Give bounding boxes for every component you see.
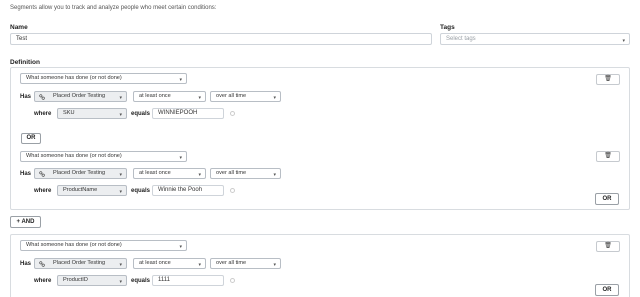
info-icon	[230, 278, 235, 283]
period-value: over all time	[216, 170, 247, 176]
where-label: where	[34, 278, 52, 284]
chevron-down-icon: ▾	[179, 244, 182, 250]
delete-condition-button[interactable]: 🗑	[596, 241, 620, 252]
condition-value-input[interactable]: 1111	[152, 275, 224, 286]
info-icon	[230, 188, 235, 193]
chevron-down-icon: ▾	[273, 172, 276, 178]
chevron-down-icon: ▾	[119, 189, 122, 195]
condition-type-select[interactable]: What someone has done (or not done) ▾	[20, 240, 187, 251]
where-label: where	[34, 111, 52, 117]
chevron-down-icon: ▾	[273, 262, 276, 268]
has-label: Has	[20, 94, 32, 100]
delete-condition-button[interactable]: 🗑	[596, 74, 620, 85]
period-select[interactable]: over all time ▾	[210, 91, 281, 102]
equals-label: equals	[131, 111, 151, 117]
event-select[interactable]: Placed Order Testing ▾	[34, 168, 127, 179]
info-icon	[230, 111, 235, 116]
property-select[interactable]: SKU ▾	[57, 108, 127, 119]
condition-value-input[interactable]: Winnie the Pooh	[152, 185, 224, 196]
period-select[interactable]: over all time ▾	[210, 258, 281, 269]
chevron-down-icon: ▾	[273, 95, 276, 101]
chevron-down-icon: ▾	[119, 112, 122, 118]
frequency-value: at least once	[139, 93, 171, 99]
chevron-down-icon: ▾	[119, 262, 122, 268]
frequency-select[interactable]: at least once ▾	[133, 91, 206, 102]
event-value: Placed Order Testing	[53, 170, 106, 176]
frequency-select[interactable]: at least once ▾	[133, 168, 206, 179]
trash-icon: 🗑	[604, 76, 612, 82]
condition-type-value: What someone has done (or not done)	[26, 153, 122, 159]
chevron-down-icon: ▾	[179, 155, 182, 161]
trash-icon: 🗑	[604, 243, 612, 249]
period-value: over all time	[216, 93, 247, 99]
condition-type-value: What someone has done (or not done)	[26, 242, 122, 248]
definition-label: Definition	[10, 59, 40, 66]
chevron-down-icon: ▾	[198, 95, 201, 101]
frequency-select[interactable]: at least once ▾	[133, 258, 206, 269]
name-label: Name	[10, 24, 28, 31]
equals-label: equals	[131, 188, 151, 194]
where-label: where	[34, 188, 52, 194]
property-value: ProductID	[63, 277, 88, 283]
chevron-down-icon: ▾	[179, 77, 182, 83]
add-or-button[interactable]: OR	[595, 193, 619, 205]
tags-label: Tags	[440, 24, 455, 31]
trash-icon: 🗑	[604, 153, 612, 159]
add-and-button[interactable]: + AND	[10, 216, 41, 228]
frequency-value: at least once	[139, 260, 171, 266]
property-value: SKU	[63, 110, 75, 116]
intro-text: Segments allow you to track and analyze …	[10, 5, 217, 11]
has-label: Has	[20, 261, 32, 267]
event-value: Placed Order Testing	[53, 93, 106, 99]
event-icon	[39, 171, 45, 177]
tags-select[interactable]: Select tags ▾	[440, 33, 630, 45]
add-or-button[interactable]: OR	[595, 284, 619, 296]
chevron-down-icon: ▾	[198, 262, 201, 268]
condition-type-select[interactable]: What someone has done (or not done) ▾	[20, 151, 187, 162]
delete-condition-button[interactable]: 🗑	[596, 151, 620, 162]
event-icon	[39, 261, 45, 267]
property-select[interactable]: ProductName ▾	[57, 185, 127, 196]
event-select[interactable]: Placed Order Testing ▾	[34, 91, 127, 102]
chevron-down-icon: ▾	[119, 279, 122, 285]
chevron-down-icon: ▾	[119, 172, 122, 178]
event-value: Placed Order Testing	[53, 260, 106, 266]
name-input[interactable]: Test	[10, 33, 432, 45]
period-select[interactable]: over all time ▾	[210, 168, 281, 179]
event-icon	[39, 94, 45, 100]
condition-type-select[interactable]: What someone has done (or not done) ▾	[20, 73, 187, 84]
chevron-down-icon: ▾	[198, 172, 201, 178]
condition-type-value: What someone has done (or not done)	[26, 75, 122, 81]
has-label: Has	[20, 171, 32, 177]
or-connector: OR	[21, 133, 41, 144]
chevron-down-icon: ▾	[622, 38, 625, 44]
equals-label: equals	[131, 278, 151, 284]
event-select[interactable]: Placed Order Testing ▾	[34, 258, 127, 269]
chevron-down-icon: ▾	[119, 95, 122, 101]
property-select[interactable]: ProductID ▾	[57, 275, 127, 286]
property-value: ProductName	[63, 187, 98, 193]
condition-value-input[interactable]: WINNIEPOOH	[152, 108, 224, 119]
frequency-value: at least once	[139, 170, 171, 176]
tags-placeholder: Select tags	[446, 36, 476, 42]
period-value: over all time	[216, 260, 247, 266]
